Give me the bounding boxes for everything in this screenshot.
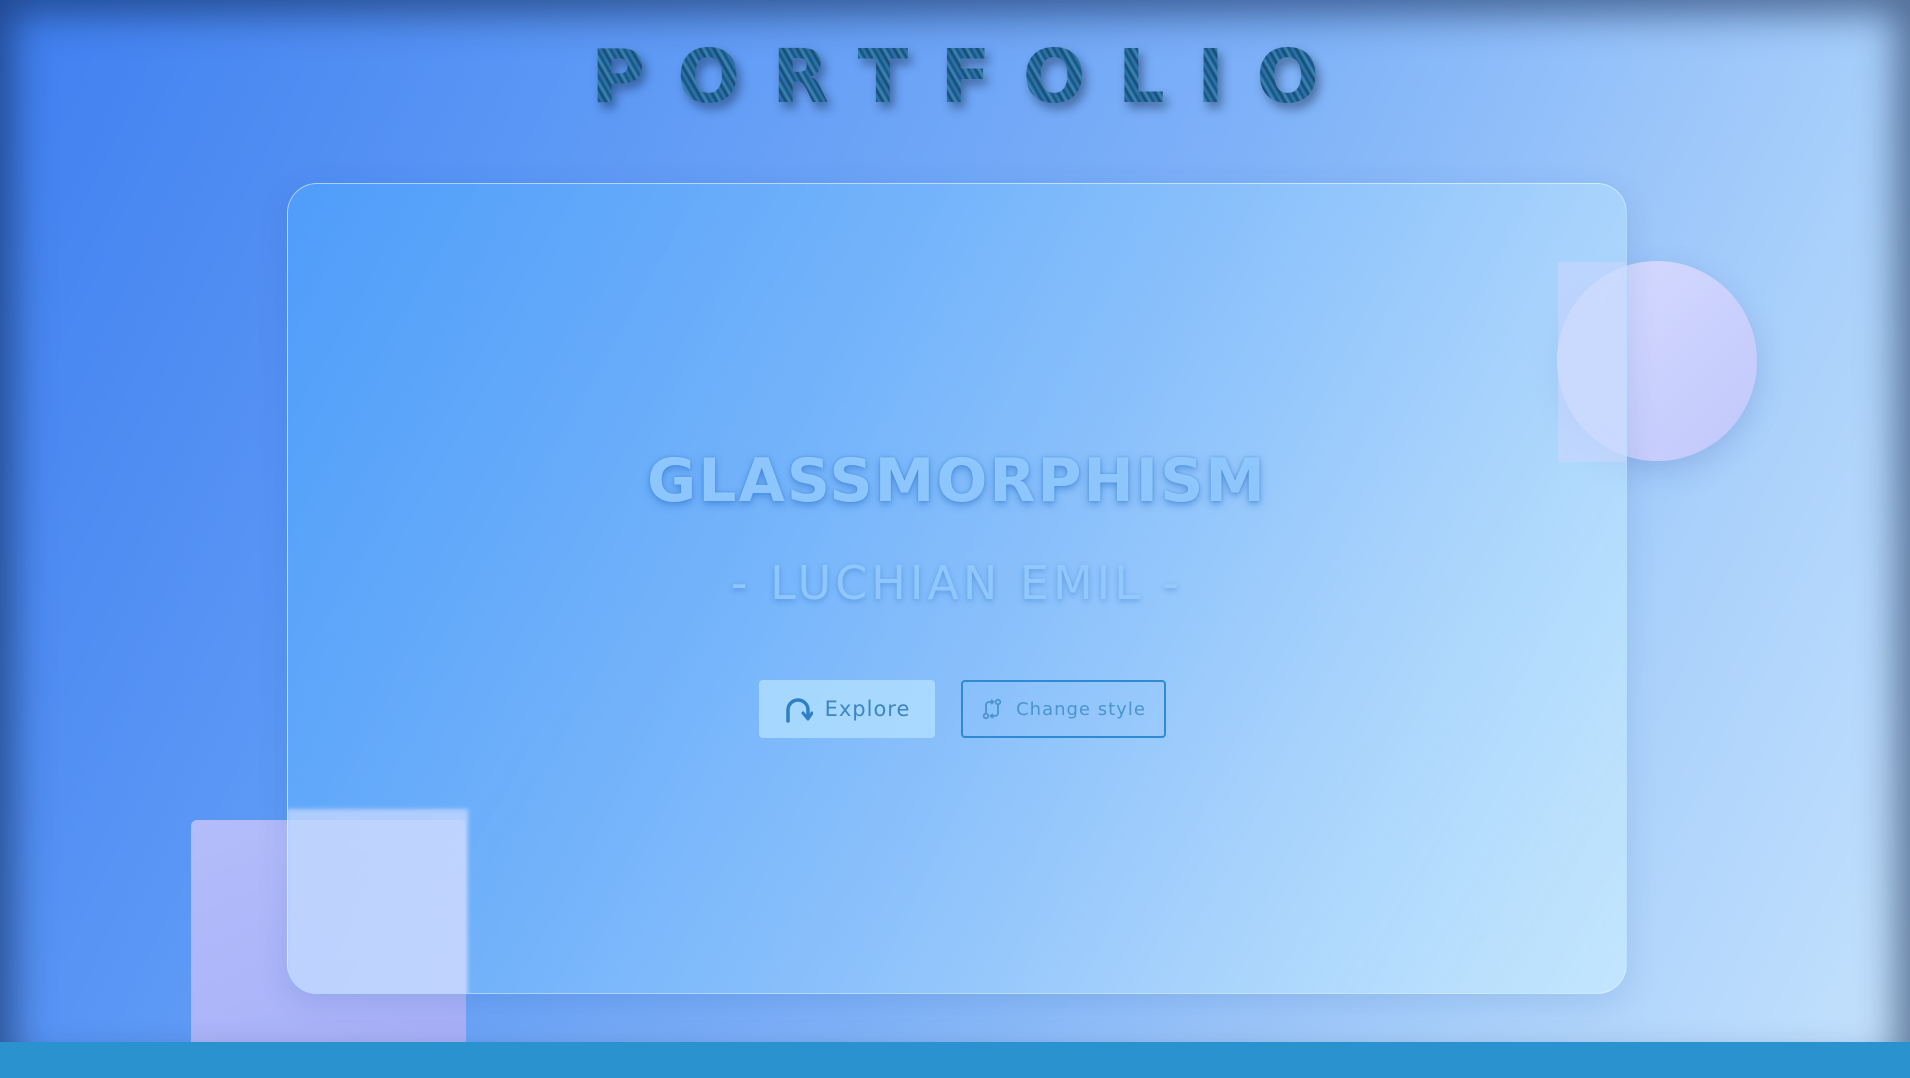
explore-button-label: Explore <box>824 697 911 721</box>
frost-overlay-circle <box>1558 262 1626 462</box>
explore-button[interactable]: Explore <box>758 680 935 738</box>
hero-subtitle: - LUCHIAN EMIL - <box>730 556 1184 610</box>
bottom-bar <box>0 1042 1910 1078</box>
frost-overlay-square <box>288 809 468 993</box>
glass-card: GLASSMORPHISM - LUCHIAN EMIL - Explore C… <box>287 183 1627 994</box>
change-style-button-label: Change style <box>1016 698 1146 720</box>
git-compare-icon <box>980 697 1004 721</box>
change-style-button[interactable]: Change style <box>960 680 1166 738</box>
portfolio-title: PORTFOLIO <box>0 34 1910 120</box>
hero-title: GLASSMORPHISM <box>647 446 1267 516</box>
arc-arrow-icon <box>783 694 813 724</box>
button-group: Explore Change style <box>288 680 1626 738</box>
